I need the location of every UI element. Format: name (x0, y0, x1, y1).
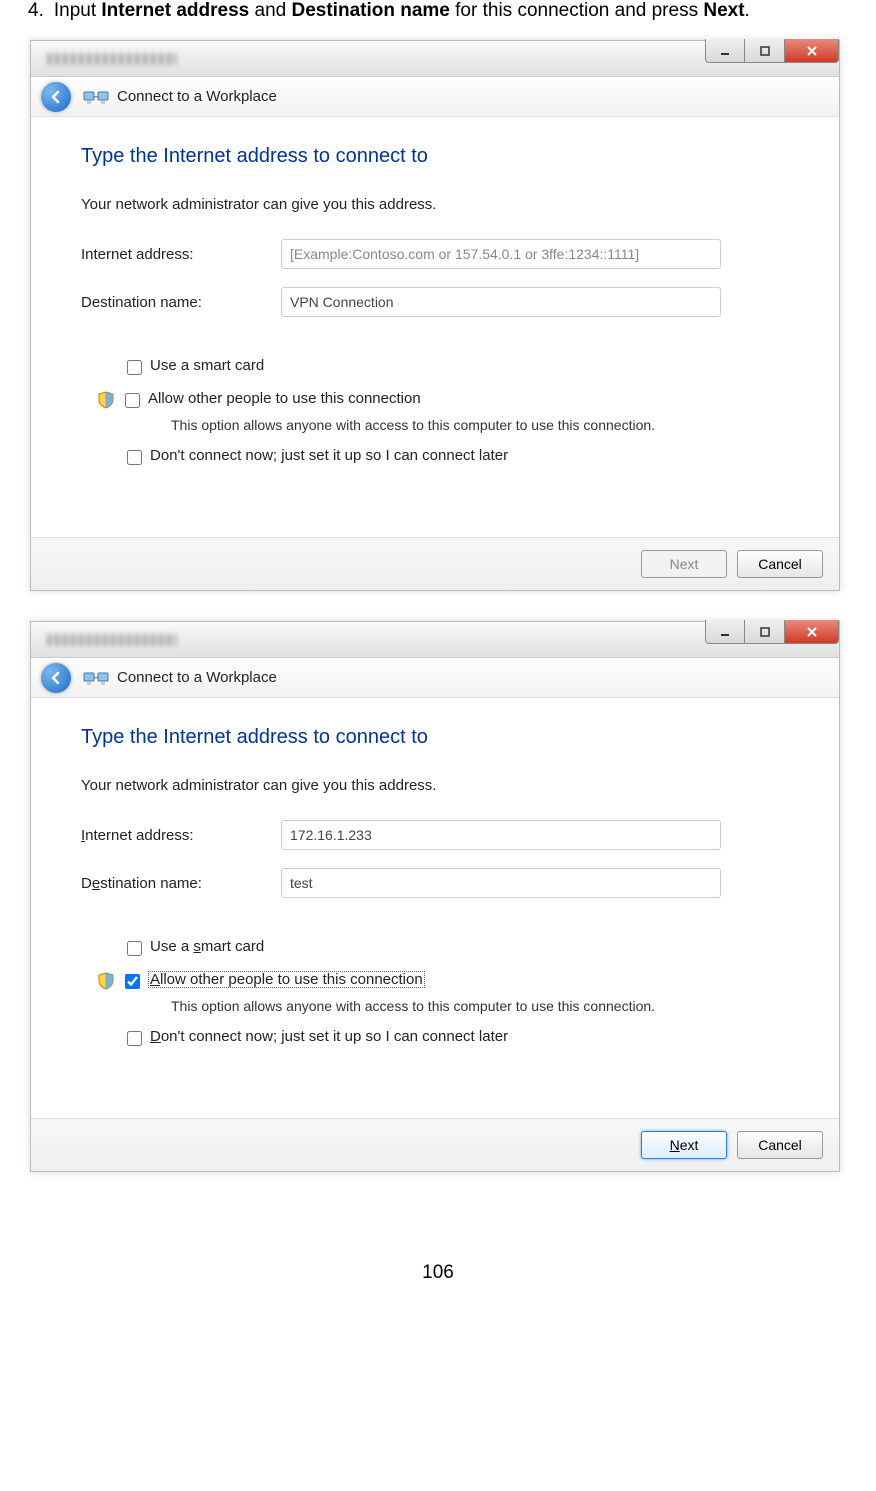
page-subtext: Your network administrator can give you … (81, 777, 789, 794)
destination-name-input[interactable] (281, 287, 721, 317)
smartcard-label: Use a smart card (150, 357, 264, 374)
titlebar (31, 622, 839, 658)
destination-name-label: Destination name: (81, 875, 281, 892)
allow-others-label: Allow other people to use this connectio… (148, 390, 421, 407)
next-button[interactable]: Next (641, 550, 727, 578)
workplace-icon (83, 667, 109, 689)
smartcard-checkbox[interactable] (127, 941, 142, 956)
next-button[interactable]: Next (641, 1131, 727, 1159)
internet-address-label: Internet address: (81, 246, 281, 263)
dont-connect-checkbox[interactable] (127, 1031, 142, 1046)
allow-others-label: Allow other people to use this connectio… (148, 971, 425, 988)
page-heading: Type the Internet address to connect to (81, 726, 789, 749)
shield-icon (97, 972, 115, 990)
cancel-button[interactable]: Cancel (737, 550, 823, 578)
workplace-icon (83, 86, 109, 108)
allow-others-desc: This option allows anyone with access to… (171, 417, 789, 433)
wizard-window-2: Connect to a Workplace Type the Internet… (30, 621, 840, 1172)
page-subtext: Your network administrator can give you … (81, 196, 789, 213)
wizard-window-1: Connect to a Workplace Type the Internet… (30, 40, 840, 591)
allow-others-checkbox[interactable] (125, 393, 140, 408)
cancel-button[interactable]: Cancel (737, 1131, 823, 1159)
internet-address-input[interactable] (281, 239, 721, 269)
close-button[interactable] (785, 620, 839, 644)
allow-others-checkbox[interactable] (125, 974, 140, 989)
allow-others-desc: This option allows anyone with access to… (171, 998, 789, 1014)
back-button[interactable] (41, 663, 71, 693)
close-button[interactable] (785, 39, 839, 63)
maximize-button[interactable] (745, 620, 785, 644)
shield-icon (97, 391, 115, 409)
page-number: 106 (20, 1262, 856, 1284)
back-button[interactable] (41, 82, 71, 112)
titlebar (31, 41, 839, 77)
maximize-button[interactable] (745, 39, 785, 63)
minimize-button[interactable] (705, 39, 745, 63)
title-blurred (47, 634, 177, 646)
dont-connect-label: Don't connect now; just set it up so I c… (150, 1028, 508, 1045)
destination-name-label: Destination name: (81, 294, 281, 311)
smartcard-label: Use a smart card (150, 938, 264, 955)
instruction-text: 4.Input Internet address and Destination… (28, 0, 856, 22)
internet-address-label: Internet address: (81, 827, 281, 844)
destination-name-input[interactable] (281, 868, 721, 898)
wizard-title: Connect to a Workplace (117, 669, 277, 686)
minimize-button[interactable] (705, 620, 745, 644)
dont-connect-checkbox[interactable] (127, 450, 142, 465)
internet-address-input[interactable] (281, 820, 721, 850)
dont-connect-label: Don't connect now; just set it up so I c… (150, 447, 508, 464)
smartcard-checkbox[interactable] (127, 360, 142, 375)
page-heading: Type the Internet address to connect to (81, 145, 789, 168)
title-blurred (47, 53, 177, 65)
wizard-title: Connect to a Workplace (117, 88, 277, 105)
